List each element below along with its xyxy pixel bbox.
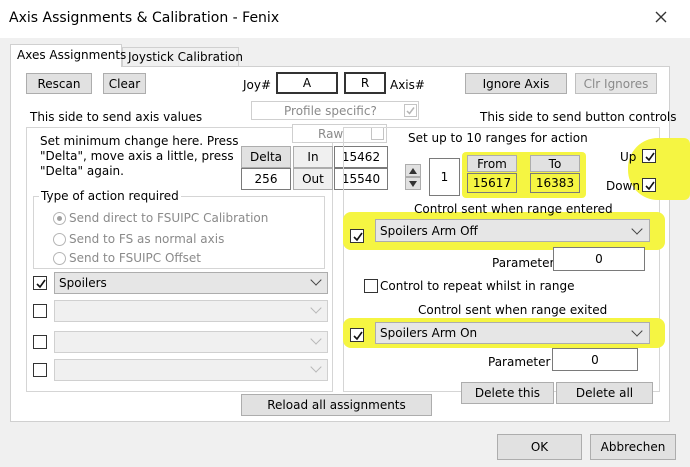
control-1-checkbox[interactable]	[33, 276, 47, 290]
ok-button[interactable]: OK	[497, 434, 582, 460]
right-heading: This side to send button controls	[480, 110, 677, 124]
delete-this-button[interactable]: Delete this	[461, 382, 554, 404]
min-change-line-1: Set minimum change here. Press	[40, 134, 239, 148]
entered-label: Control sent when range entered	[414, 202, 613, 216]
exited-label: Control sent when range exited	[418, 303, 608, 317]
range-spinner-up[interactable]	[405, 164, 421, 177]
radio-offset-label: Send to FSUIPC Offset	[69, 251, 202, 265]
entered-checkbox[interactable]	[350, 229, 364, 243]
out-label: Out	[293, 168, 333, 190]
tab-label: Axes Assignments	[17, 48, 127, 62]
parameter-1-label: Parameter	[492, 256, 555, 270]
radio-normal-axis-label: Send to FS as normal axis	[69, 232, 225, 246]
parameter-2-field[interactable]: 0	[552, 348, 638, 371]
title-bar: Axis Assignments & Calibration - Fenix	[0, 0, 690, 38]
min-change-line-3: "Delta" again.	[40, 164, 124, 178]
control-3-checkbox[interactable]	[33, 335, 47, 349]
parameter-1-field[interactable]: 0	[553, 247, 645, 271]
axis-number-field[interactable]: R	[344, 72, 386, 94]
control-3-select[interactable]	[54, 331, 328, 353]
control-4-select[interactable]	[54, 359, 328, 381]
from-button[interactable]: From	[467, 155, 517, 172]
left-heading: This side to send axis values	[30, 110, 203, 124]
to-button[interactable]: To	[530, 155, 580, 172]
delta-value-field[interactable]: 256	[241, 168, 291, 190]
down-label: Down	[606, 179, 641, 193]
raw-label: Raw	[318, 127, 344, 141]
profile-specific-checkbox[interactable]: Profile specific?	[251, 101, 419, 120]
from-value-field[interactable]: 15617	[467, 173, 517, 193]
action-type-label: Type of action required	[39, 189, 181, 203]
radio-normal-axis[interactable]	[53, 233, 66, 246]
profile-specific-box	[404, 104, 417, 117]
cancel-button[interactable]: Abbrechen	[590, 434, 676, 460]
up-checkbox[interactable]	[642, 149, 656, 163]
window-title: Axis Assignments & Calibration - Fenix	[9, 10, 280, 26]
range-spinner-down[interactable]	[405, 177, 421, 190]
up-label: Up	[620, 150, 637, 164]
exited-control-select[interactable]: Spoilers Arm On	[375, 322, 650, 344]
delete-all-button[interactable]: Delete all	[556, 382, 653, 404]
control-2-select[interactable]	[54, 300, 328, 322]
tab-label: Joystick Calibration	[128, 50, 243, 64]
repeat-checkbox[interactable]	[364, 279, 378, 293]
to-value-field[interactable]: 16383	[530, 173, 580, 193]
range-index-field[interactable]: 1	[429, 158, 460, 196]
control-1-select[interactable]: Spoilers	[54, 272, 328, 294]
parameter-2-label: Parameter	[488, 355, 551, 369]
entered-control-select[interactable]: Spoilers Arm Off	[375, 219, 650, 242]
control-2-checkbox[interactable]	[33, 304, 47, 318]
radio-offset[interactable]	[53, 252, 66, 265]
rescan-button[interactable]: Rescan	[26, 73, 92, 94]
ignore-axis-button[interactable]: Ignore Axis	[465, 73, 567, 94]
profile-specific-label: Profile specific?	[284, 104, 377, 118]
joy-label: Joy#	[243, 78, 272, 92]
joy-number-field[interactable]: A	[276, 72, 338, 94]
control-4-checkbox[interactable]	[33, 363, 47, 377]
min-change-line-2: "Delta", move axis a little, press	[40, 149, 234, 163]
ranges-label: Set up to 10 ranges for action	[408, 131, 588, 145]
radio-calibration[interactable]	[53, 212, 66, 225]
delta-button[interactable]: Delta	[241, 146, 291, 168]
exited-checkbox[interactable]	[350, 328, 364, 342]
repeat-label: Control to repeat whilst in range	[380, 279, 575, 293]
clear-ignores-button[interactable]: Clr Ignores	[575, 73, 657, 94]
reload-assignments-button[interactable]: Reload all assignments	[241, 394, 432, 416]
clear-button[interactable]: Clear	[103, 73, 146, 94]
in-label: In	[293, 146, 333, 168]
axis-label: Axis#	[390, 78, 425, 92]
tab-joystick-calibration[interactable]: Joystick Calibration	[122, 47, 243, 67]
radio-calibration-label: Send direct to FSUIPC Calibration	[69, 211, 269, 225]
tab-axes-assignments[interactable]: Axes Assignments	[10, 44, 126, 67]
close-icon[interactable]	[650, 6, 672, 28]
down-checkbox[interactable]	[642, 178, 656, 192]
